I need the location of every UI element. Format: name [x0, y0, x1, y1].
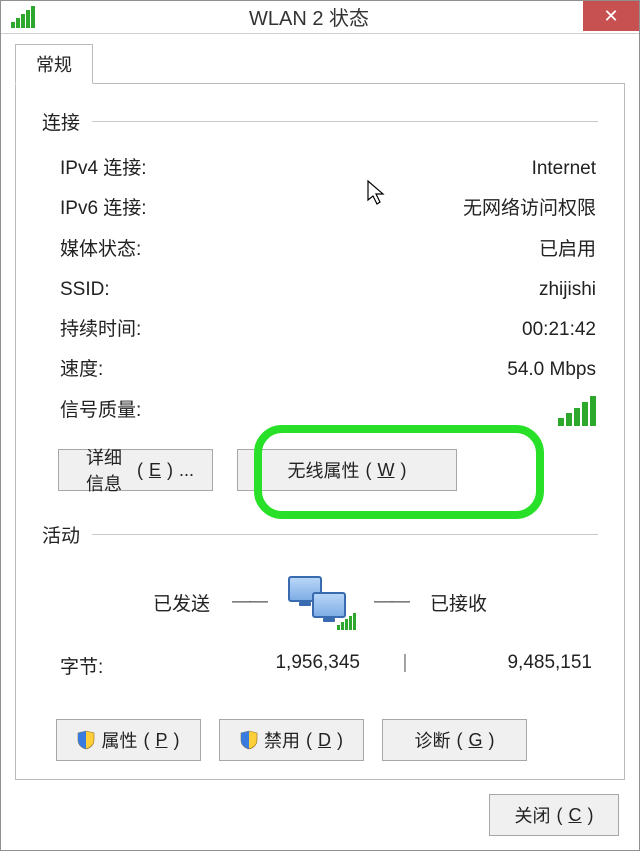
bytes-label: 字节:	[60, 652, 210, 679]
bytes-row: 字节: 1,956,345 | 9,485,151	[42, 638, 598, 679]
row-ssid: SSID: zhijishi	[42, 270, 598, 310]
dialog-footer: 关闭(C)	[15, 794, 625, 836]
connection-group-label: 连接	[42, 108, 80, 135]
row-media: 媒体状态: 已启用	[42, 230, 598, 270]
duration-value: 00:21:42	[522, 314, 596, 346]
divider	[92, 534, 598, 535]
activity-received-label: 已接收	[430, 589, 487, 616]
client-area: 常规 连接 IPv4 连接: Internet IPv6 连接: 无网络访问权限…	[1, 34, 639, 850]
ssid-label: SSID:	[60, 274, 110, 306]
close-button[interactable]: 关闭(C)	[489, 794, 619, 836]
wifi-signal-icon	[11, 6, 35, 28]
diagnose-button-accel: G	[468, 730, 482, 751]
media-label: 媒体状态:	[60, 234, 141, 266]
tab-general[interactable]: 常规	[15, 44, 93, 84]
uac-shield-icon	[77, 730, 95, 750]
activity-indicator-row: 已发送 —— —— 已接收	[42, 576, 598, 628]
row-ipv4: IPv4 连接: Internet	[42, 149, 598, 189]
ipv4-label: IPv4 连接:	[60, 153, 147, 185]
details-button[interactable]: 详细信息(E)...	[58, 449, 213, 491]
ssid-value: zhijishi	[539, 274, 596, 306]
row-duration: 持续时间: 00:21:42	[42, 310, 598, 350]
diagnose-button[interactable]: 诊断(G)	[382, 719, 527, 761]
connection-buttons-row: 详细信息(E)... 无线属性(W)	[42, 449, 598, 491]
tab-panel-general: 连接 IPv4 连接: Internet IPv6 连接: 无网络访问权限 媒体…	[15, 83, 625, 780]
wlan-status-window: WLAN 2 状态 ✕ 常规 连接 IPv4 连接: Internet IPv6…	[0, 0, 640, 851]
media-value: 已启用	[539, 234, 596, 266]
uac-shield-icon	[240, 730, 258, 750]
diagnose-button-label: 诊断	[414, 727, 450, 753]
disable-button[interactable]: 禁用(D)	[219, 719, 364, 761]
window-title: WLAN 2 状态	[35, 2, 639, 31]
activity-buttons-row: 属性(P) 禁用(D) 诊断(G)	[42, 719, 598, 761]
mouse-cursor-icon	[366, 180, 386, 206]
close-button-accel: C	[569, 805, 582, 826]
close-button-label: 关闭	[515, 802, 551, 828]
disable-button-accel: D	[318, 730, 331, 751]
properties-button-accel: P	[155, 730, 167, 751]
details-button-suffix: ...	[179, 460, 194, 481]
properties-button[interactable]: 属性(P)	[56, 719, 201, 761]
divider	[92, 121, 598, 122]
bytes-received-value: 9,485,151	[450, 652, 596, 679]
row-signal-quality: 信号质量:	[42, 391, 598, 431]
window-close-button[interactable]: ✕	[583, 1, 639, 31]
connection-group-header: 连接	[42, 108, 598, 135]
activity-group-label: 活动	[42, 521, 80, 548]
details-button-label: 详细信息	[77, 444, 131, 496]
activity-sent-label: 已发送	[153, 589, 210, 616]
activity-group-header: 活动	[42, 521, 598, 548]
speed-value: 54.0 Mbps	[507, 354, 596, 386]
ipv6-value: 无网络访问权限	[463, 193, 596, 225]
duration-label: 持续时间:	[60, 314, 141, 346]
ipv6-label: IPv6 连接:	[60, 193, 147, 225]
row-speed: 速度: 54.0 Mbps	[42, 350, 598, 390]
speed-label: 速度:	[60, 354, 103, 386]
close-icon: ✕	[603, 6, 618, 27]
bytes-separator: |	[360, 652, 450, 679]
wireless-button-accel: W	[378, 460, 395, 481]
dash-icon: ——	[232, 591, 266, 613]
disable-button-label: 禁用	[264, 727, 300, 753]
signal-quality-label: 信号质量:	[60, 395, 141, 427]
properties-button-label: 属性	[101, 727, 137, 753]
wireless-button-label: 无线属性	[288, 457, 360, 483]
title-bar[interactable]: WLAN 2 状态 ✕	[1, 1, 639, 34]
signal-strength-icon	[558, 396, 596, 426]
tab-strip: 常规	[15, 44, 625, 84]
row-ipv6: IPv6 连接: 无网络访问权限	[42, 189, 598, 229]
bytes-sent-value: 1,956,345	[210, 652, 360, 679]
dash-icon: ——	[374, 591, 408, 613]
wireless-properties-button[interactable]: 无线属性(W)	[237, 449, 457, 491]
ipv4-value: Internet	[532, 153, 596, 185]
network-computers-icon	[288, 576, 352, 628]
details-button-accel: E	[149, 460, 161, 481]
